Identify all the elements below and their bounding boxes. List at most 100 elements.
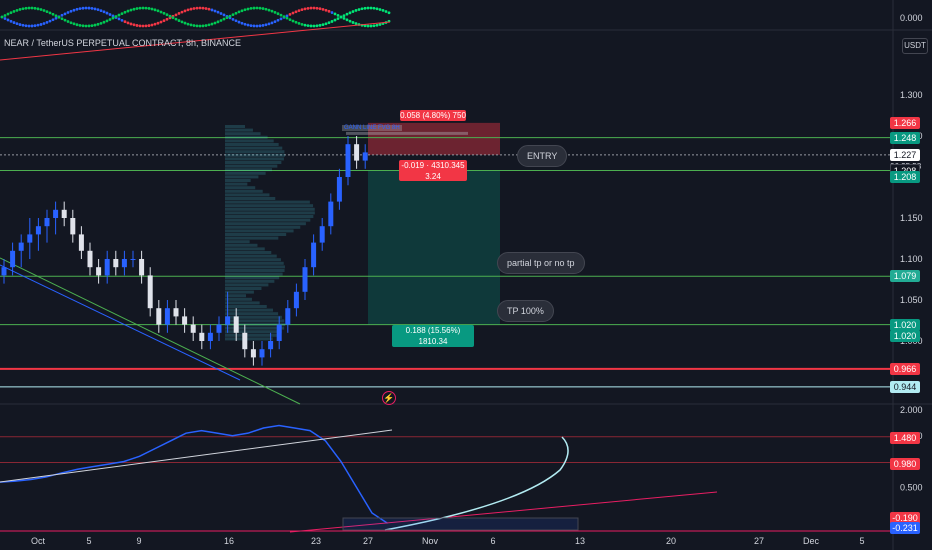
top-indicator-dot <box>222 13 226 17</box>
oscillator-arc <box>384 436 569 531</box>
blue-trendline <box>0 264 241 381</box>
top-indicator-dot <box>48 11 52 15</box>
top-indicator-dot <box>189 7 193 11</box>
chart-canvas[interactable]: 0.0001.3001.2501.1501.1001.0501.0002.000… <box>0 0 932 550</box>
top-indicator-dot <box>246 23 250 27</box>
top-indicator-dot <box>261 7 265 10</box>
top-indicator-dot <box>162 11 166 15</box>
top-indicator-dot <box>39 23 43 26</box>
top-indicator-dot <box>294 20 298 24</box>
top-indicator-dot <box>99 21 103 25</box>
top-indicator-dot <box>108 13 112 16</box>
top-indicator-dot <box>201 24 205 28</box>
time-axis-label: Oct <box>31 536 46 546</box>
top-indicator-dot <box>198 24 202 28</box>
top-indicator-dot <box>147 24 151 27</box>
top-indicator-dot <box>309 24 313 28</box>
entry-note[interactable]: ENTRY <box>517 145 568 167</box>
top-indicator-dot <box>240 21 244 25</box>
tp-note[interactable]: TP 100% <box>497 300 554 322</box>
candle-body <box>319 226 325 243</box>
candle-body <box>1 267 7 276</box>
oscillator-tag: 1.480 <box>890 431 920 444</box>
top-indicator-dot <box>90 6 94 10</box>
top-indicator-dot <box>303 7 307 11</box>
top-indicator-dot <box>105 11 109 15</box>
top-indicator-dot <box>72 8 76 12</box>
time-axis-label: 5 <box>859 536 864 546</box>
top-indicator-dot <box>21 7 25 11</box>
volume-profile-bar <box>225 308 273 312</box>
candle-body <box>199 332 205 341</box>
candle-body <box>78 234 84 251</box>
top-indicator-dot <box>231 13 235 17</box>
top-indicator-dot <box>12 10 16 13</box>
gann-box <box>346 131 468 135</box>
top-indicator-dot <box>165 13 169 17</box>
top-indicator-dot <box>213 9 217 13</box>
partial-tp-note[interactable]: partial tp or no tp <box>497 252 585 274</box>
top-indicator-dot <box>276 12 280 16</box>
top-indicator-dot <box>207 23 211 27</box>
candle-body <box>311 242 317 268</box>
top-indicator-value: 0.000 <box>900 13 923 23</box>
top-indicator-dot <box>42 22 46 25</box>
time-axis-label: 13 <box>575 536 585 546</box>
top-indicator-dot <box>351 21 355 24</box>
entry-label-line2: 3.24 <box>425 172 441 181</box>
top-indicator-dot <box>108 18 112 21</box>
oscillator-box <box>342 517 579 531</box>
candle-body <box>190 324 196 333</box>
volume-profile-bar <box>225 179 251 182</box>
top-indicator-dot <box>192 24 196 27</box>
tag-1079: 1.079 <box>890 270 920 283</box>
top-indicator-dot <box>315 24 319 28</box>
top-indicator-dot <box>204 7 208 10</box>
top-indicator-dot <box>333 18 337 22</box>
currency-button[interactable]: USDT <box>902 38 928 54</box>
volume-profile-bar <box>225 337 273 341</box>
top-indicator-dot <box>273 10 277 14</box>
top-indicator-dot <box>15 22 19 26</box>
top-indicator-dot <box>48 19 52 23</box>
top-indicator-dot <box>348 19 352 23</box>
top-indicator-dot <box>249 7 253 10</box>
candle-body <box>207 332 213 341</box>
top-indicator-dot <box>375 7 379 11</box>
candle-body <box>70 218 76 235</box>
top-indicator-dot <box>369 6 373 10</box>
top-indicator-dot <box>153 8 157 12</box>
top-indicator-dot <box>144 6 148 10</box>
top-indicator-dot <box>270 21 274 25</box>
top-indicator-dot <box>123 20 127 24</box>
bolt-icon[interactable]: ⚡ <box>382 391 396 405</box>
volume-profile-bar <box>225 157 284 161</box>
top-indicator-dot <box>324 8 328 12</box>
candle-body <box>242 332 248 350</box>
top-indicator-dot <box>216 10 220 14</box>
top-indicator-dot <box>234 19 238 23</box>
volume-profile-bar <box>225 312 279 316</box>
top-indicator-dot <box>150 23 154 27</box>
top-indicator-dot <box>372 6 376 10</box>
top-indicator-dot <box>288 18 292 21</box>
oscillator-tag: -0.231 <box>890 522 920 534</box>
candle-body <box>61 209 67 218</box>
volume-profile-bar <box>225 276 280 280</box>
top-indicator-dot <box>87 6 91 10</box>
top-indicator-dot <box>69 21 73 25</box>
volume-profile-bar <box>225 240 250 244</box>
top-indicator-dot <box>177 12 181 15</box>
top-indicator-dot <box>24 24 28 28</box>
top-indicator-dot <box>30 6 34 10</box>
top-indicator-dot <box>258 6 262 10</box>
price-axis-tick: 1.300 <box>900 90 923 100</box>
top-indicator-dot <box>51 12 55 16</box>
top-indicator-dot <box>210 8 214 12</box>
top-indicator-dot <box>93 23 97 27</box>
volume-profile-bar <box>225 290 254 294</box>
volume-profile-bar <box>225 150 285 154</box>
price-axis-tick: 1.150 <box>900 213 923 223</box>
top-indicator-dot <box>222 17 226 21</box>
candle-body <box>345 144 351 177</box>
